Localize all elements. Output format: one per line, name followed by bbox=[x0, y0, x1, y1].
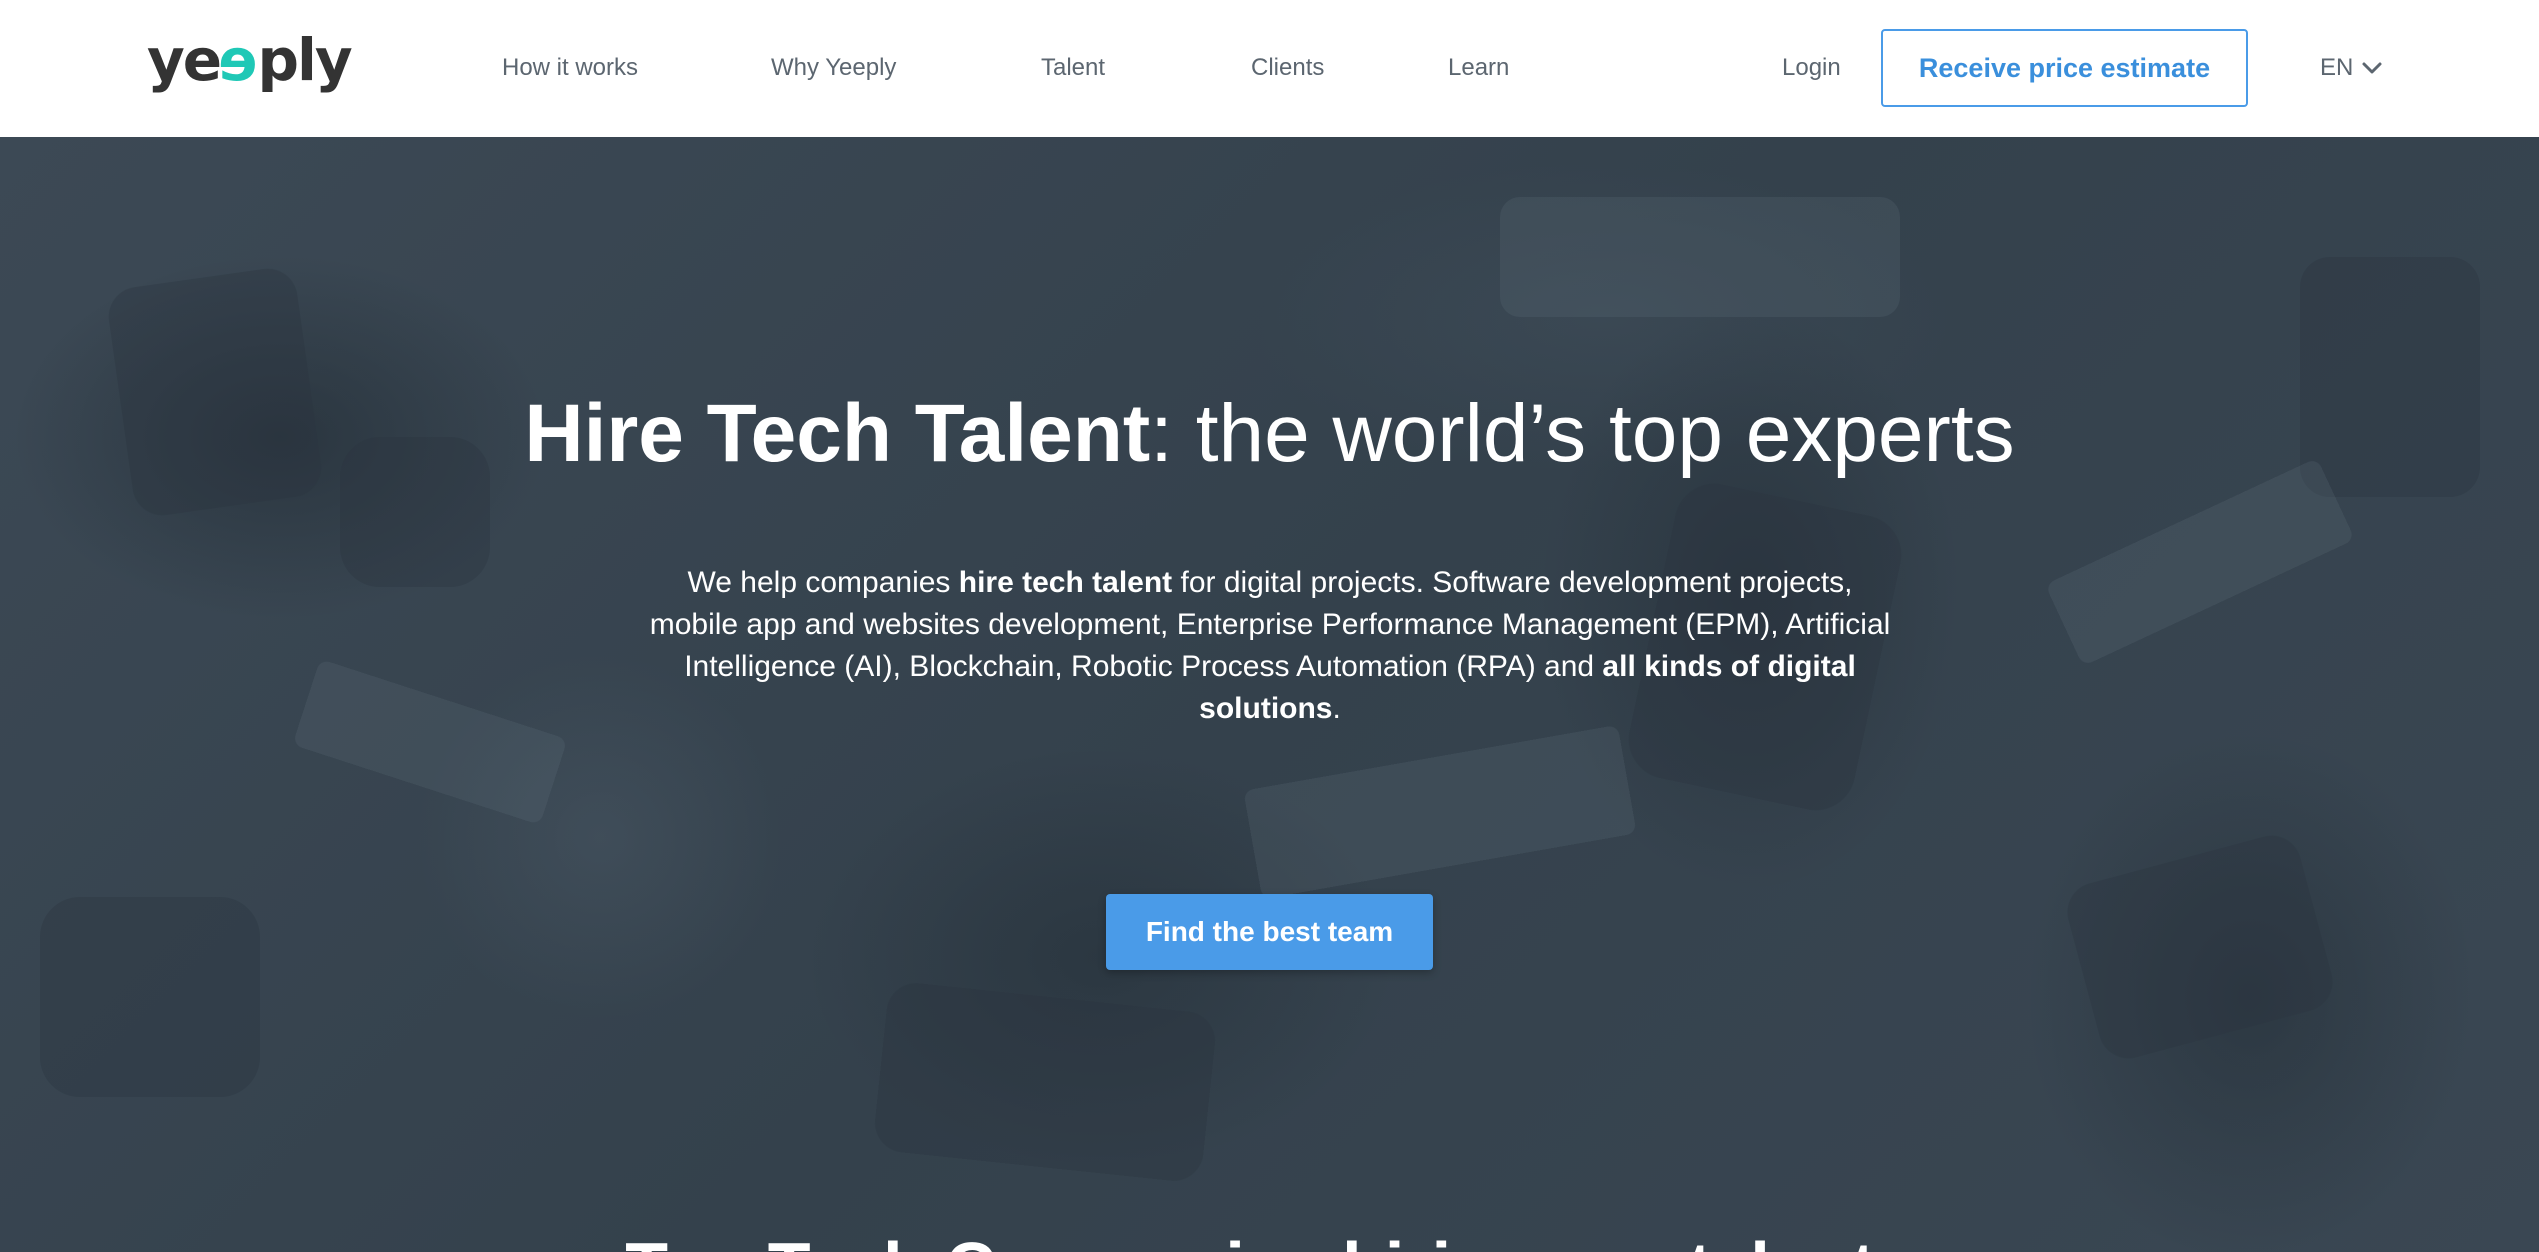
nav-learn[interactable]: Learn bbox=[1448, 50, 1509, 86]
logo-text-start: ye bbox=[147, 26, 222, 94]
hero-desc-text-3: . bbox=[1332, 692, 1341, 725]
language-selector[interactable]: EN bbox=[2320, 50, 2383, 86]
hero-description: We help companies hire tech talent for d… bbox=[640, 562, 1900, 730]
site-header: ye e ply How it works Why Yeeply Talent Cl… bbox=[0, 0, 2539, 137]
chevron-down-icon bbox=[2362, 62, 2382, 74]
hero-title-bold: Hire Tech Talent bbox=[524, 388, 1151, 479]
nav-why-yeeply[interactable]: Why Yeeply bbox=[771, 50, 896, 86]
hero-title-rest: : the world’s top experts bbox=[1150, 388, 2015, 479]
login-link[interactable]: Login bbox=[1782, 50, 1841, 86]
receive-price-estimate-button[interactable]: Receive price estimate bbox=[1881, 29, 2248, 107]
yeeply-logo[interactable]: ye e ply bbox=[147, 24, 353, 96]
logo-accent-letter: e bbox=[220, 26, 258, 94]
logo-text-end: ply bbox=[257, 26, 353, 94]
next-section-title-rest: hiring our talents bbox=[1323, 1228, 1914, 1252]
hero-desc-text-1: We help companies bbox=[687, 566, 959, 599]
next-section-title: Top Tech Companies hiring our talents bbox=[0, 1227, 2539, 1252]
nav-talent[interactable]: Talent bbox=[1041, 50, 1105, 86]
nav-how-it-works[interactable]: How it works bbox=[502, 50, 638, 86]
nav-clients[interactable]: Clients bbox=[1251, 50, 1324, 86]
language-label: EN bbox=[2320, 54, 2354, 81]
hero-title: Hire Tech Talent: the world’s top expert… bbox=[0, 387, 2539, 481]
find-best-team-button[interactable]: Find the best team bbox=[1106, 894, 1433, 970]
next-section-title-bold: Top Tech Companies bbox=[625, 1228, 1322, 1252]
hero-desc-bold-1: hire tech talent bbox=[958, 566, 1173, 599]
hero-section: Hire Tech Talent: the world’s top expert… bbox=[0, 137, 2539, 1252]
